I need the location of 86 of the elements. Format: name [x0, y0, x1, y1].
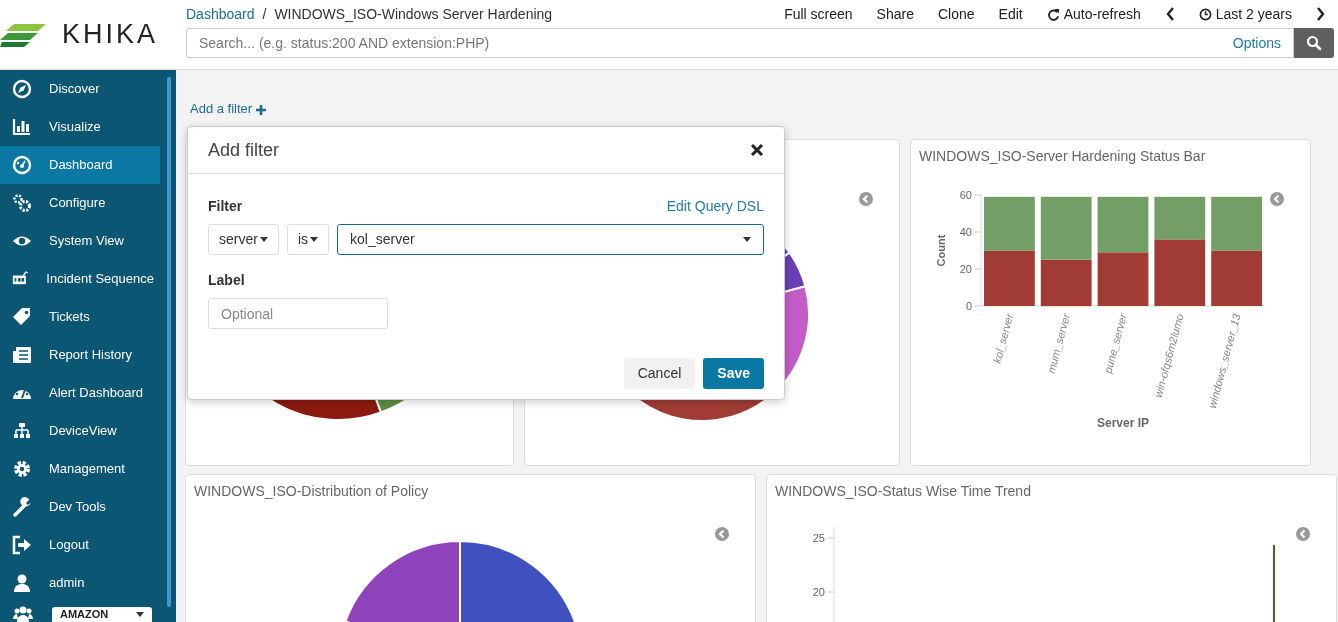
menu-link[interactable]: Clone — [937, 3, 975, 25]
axis-tick-label: 60 — [959, 188, 972, 201]
gauge-icon — [12, 155, 32, 175]
bar-segment — [1211, 196, 1262, 250]
caret-icon — [259, 237, 268, 242]
y-axis-title: Count — [935, 234, 947, 266]
axis-tick-label: 25 — [812, 531, 825, 544]
sidebar-item[interactable]: Alert Dashboard — [0, 374, 160, 412]
logo-text: KHIKA — [62, 18, 159, 52]
menu-link[interactable]: Edit — [998, 3, 1023, 25]
collapse-icon[interactable] — [1270, 191, 1284, 206]
sitemap-icon — [12, 421, 32, 441]
panel-title: WINDOWS_ISO-Server Hardening Status Bar — [918, 146, 1207, 166]
sidebar-item[interactable]: Logout — [0, 526, 160, 564]
label-input[interactable]: Optional — [208, 298, 388, 329]
edit-query-dsl-link[interactable]: Edit Query DSL — [666, 196, 764, 217]
auto-refresh-button[interactable]: Auto-refresh — [1046, 3, 1141, 25]
sidebar-item[interactable]: admin — [0, 564, 160, 602]
sidebar-item[interactable]: Discover — [0, 70, 160, 108]
field-label: Filter — [208, 197, 243, 216]
dialog-title: Add filter — [208, 138, 280, 162]
time-range-button[interactable]: Last 2 years — [1198, 3, 1292, 25]
search-field[interactable]: Search... (e.g. status:200 AND extension:PHP) Options — [186, 28, 1294, 58]
caret-icon — [743, 237, 751, 242]
sidebar-item[interactable]: Visualize — [0, 108, 160, 146]
search-icon — [1306, 35, 1322, 51]
axis-tick-label: 0 — [965, 299, 972, 312]
tag-icon — [12, 307, 32, 327]
bar-segment — [1097, 196, 1149, 252]
cancel-button[interactable]: Cancel — [623, 358, 696, 389]
logout-icon — [12, 535, 32, 555]
close-icon[interactable] — [750, 143, 764, 157]
panel-title: WINDOWS_ISO-Distribution of Policy — [193, 481, 430, 501]
sidebar-item[interactable]: Incident Sequence — [0, 260, 160, 298]
collapse-icon[interactable] — [715, 526, 729, 541]
logo-mark-icon — [0, 21, 46, 48]
operator-dropdown[interactable]: is — [286, 224, 330, 255]
axis-tick-label: 20 — [812, 585, 825, 598]
sidebar-item[interactable]: System View — [0, 222, 160, 260]
sidebar-item[interactable]: Dev Tools — [0, 488, 160, 526]
sidebar-item[interactable]: Tickets — [0, 298, 160, 336]
chevron-left-icon[interactable] — [1164, 7, 1175, 21]
axis-tick-label: 20 — [959, 262, 972, 275]
bar-segment — [984, 196, 1035, 250]
breadcrumb-current: WINDOWS_ISO-Windows Server Hardening — [274, 4, 553, 24]
user-icon — [12, 573, 32, 593]
refresh-icon — [1046, 7, 1060, 21]
chevron-right-icon[interactable] — [1316, 7, 1326, 21]
compass-icon — [12, 79, 32, 99]
collapse-icon[interactable] — [859, 191, 873, 206]
plus-icon — [255, 104, 266, 115]
bar-segment — [1211, 250, 1262, 306]
breadcrumb-separator: / — [262, 4, 267, 24]
sidebar-item[interactable]: Report History — [0, 336, 160, 374]
bar-segment — [1040, 259, 1092, 306]
field-label: Label — [208, 271, 246, 290]
search-button[interactable] — [1294, 28, 1334, 58]
gears-icon — [12, 193, 32, 213]
bar-segment — [1040, 196, 1092, 260]
save-button[interactable]: Save — [703, 358, 764, 389]
wrench-icon — [12, 497, 32, 517]
menu-link[interactable]: Share — [876, 3, 914, 25]
sidebar-item[interactable]: Management — [0, 450, 160, 488]
breadcrumb-link[interactable]: Dashboard — [186, 3, 255, 25]
caret-icon — [310, 237, 319, 242]
users-icon — [12, 604, 34, 622]
sidebar-item[interactable]: Dashboard — [0, 146, 160, 184]
axis-tick-label: 40 — [959, 225, 972, 238]
value-combobox[interactable]: kol_server — [337, 224, 764, 255]
panel-title: WINDOWS_ISO-Status Wise Time Trend — [774, 481, 1032, 501]
menu-link[interactable]: Full screen — [784, 3, 853, 25]
newspaper-icon — [12, 345, 32, 365]
collapse-icon[interactable] — [1296, 526, 1310, 541]
bar-chart-icon — [12, 117, 32, 137]
bar-segment — [1097, 251, 1149, 306]
gear-icon — [12, 459, 32, 479]
clock-icon — [1198, 7, 1212, 21]
tenant-dropdown[interactable]: AMAZON — [52, 607, 152, 622]
bar-segment — [984, 250, 1035, 306]
x-axis-title: Server IP — [1097, 415, 1149, 430]
sidebar-item[interactable]: Configure — [0, 184, 160, 222]
field-dropdown[interactable]: server — [208, 224, 279, 255]
add-filter-link[interactable]: Add a filter — [190, 99, 266, 119]
options-link[interactable]: Options — [1220, 32, 1293, 54]
sidebar-item[interactable]: DeviceView — [0, 412, 160, 450]
caret-icon — [136, 612, 144, 617]
